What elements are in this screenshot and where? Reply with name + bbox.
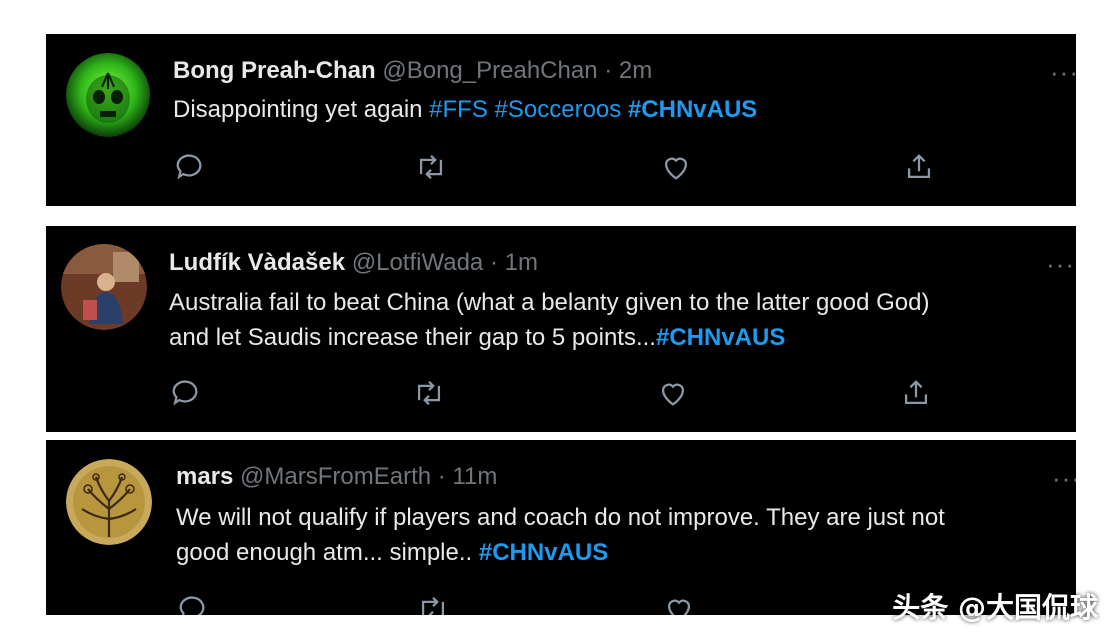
reply-icon: [179, 596, 205, 615]
display-name[interactable]: mars: [176, 463, 233, 490]
tweet-text-line: Australia fail to beat China (what a bel…: [169, 289, 930, 316]
timestamp[interactable]: 1m: [505, 249, 538, 276]
tweet-header: mars @MarsFromEarth · 11m: [176, 462, 497, 492]
display-name[interactable]: Ludfík Vàdašek: [169, 249, 345, 276]
tweet-text-line: and let Saudis increase their gap to 5 p…: [169, 320, 1059, 355]
like-icon: [664, 157, 688, 180]
user-handle[interactable]: @MarsFromEarth: [240, 463, 431, 490]
share-icon: [907, 154, 931, 179]
tweet-text-plain: Disappointing yet again: [173, 96, 430, 123]
tweet-text: Disappointing yet again #FFS #Socceroos …: [173, 92, 757, 127]
tweet-text-plain: good enough atm... simple..: [176, 539, 479, 566]
tweet-text-line: We will not qualify if players and coach…: [176, 504, 945, 531]
separator-dot: ·: [489, 249, 498, 276]
retweet-icon: [417, 380, 441, 406]
retweet-icon: [421, 596, 445, 615]
tweet-text-plain: and let Saudis increase their gap to 5 p…: [169, 324, 656, 351]
like-icon: [661, 383, 685, 406]
retweet-icon: [419, 154, 443, 180]
hashtag-chnvaus[interactable]: #CHNvAUS: [656, 324, 785, 351]
tweet-text-line: good enough atm... simple.. #CHNvAUS: [176, 535, 1066, 570]
timestamp[interactable]: 11m: [452, 463, 497, 490]
tweet-header: Bong Preah-Chan @Bong_PreahChan · 2m: [173, 56, 652, 86]
more-options-button[interactable]: ···: [1050, 59, 1076, 85]
separator-dot: ·: [604, 57, 613, 84]
retweet-button[interactable]: [412, 376, 446, 410]
hashtag-chnvaus[interactable]: #CHNvAUS: [479, 539, 608, 566]
more-options-button[interactable]: ···: [1046, 251, 1075, 277]
user-handle[interactable]: @Bong_PreahChan: [382, 57, 597, 84]
retweet-button[interactable]: [416, 592, 450, 615]
retweet-button[interactable]: [414, 150, 448, 184]
like-button[interactable]: [662, 592, 696, 615]
like-button[interactable]: [659, 150, 693, 184]
hashtag-chnvaus[interactable]: #CHNvAUS: [628, 96, 757, 123]
watermark: 头条 @大国侃球: [892, 591, 1098, 624]
avatar[interactable]: [61, 244, 147, 330]
hashtag-ffs[interactable]: #FFS: [429, 96, 488, 123]
tweet-2[interactable]: Ludfík Vàdašek @LotfiWada · 1m ··· Austr…: [46, 226, 1076, 432]
share-icon: [904, 380, 928, 405]
timestamp[interactable]: 2m: [619, 57, 652, 84]
reply-button[interactable]: [168, 376, 202, 410]
person-photo-avatar-icon: [61, 244, 147, 330]
tweet-text: Australia fail to beat China (what a bel…: [169, 285, 1059, 355]
hashtag-socceroos[interactable]: #Socceroos: [495, 96, 622, 123]
like-icon: [667, 599, 691, 615]
tweet-text: We will not qualify if players and coach…: [176, 500, 1066, 570]
reply-button[interactable]: [172, 150, 206, 184]
more-options-button[interactable]: ···: [1052, 465, 1076, 491]
tweet-1[interactable]: Bong Preah-Chan @Bong_PreahChan · 2m ···…: [46, 34, 1076, 206]
green-skull-avatar-icon: [66, 53, 150, 137]
separator-dot: ·: [437, 463, 446, 490]
avatar[interactable]: [66, 459, 152, 545]
display-name[interactable]: Bong Preah-Chan: [173, 57, 376, 84]
reply-button[interactable]: [175, 592, 209, 615]
tree-of-life-avatar-icon: [66, 459, 152, 545]
user-handle[interactable]: @LotfiWada: [352, 249, 484, 276]
avatar[interactable]: [66, 53, 150, 137]
reply-icon: [172, 380, 198, 406]
share-button[interactable]: [899, 376, 933, 410]
reply-icon: [176, 154, 202, 180]
share-button[interactable]: [902, 150, 936, 184]
tweet-header: Ludfík Vàdašek @LotfiWada · 1m: [169, 248, 538, 278]
like-button[interactable]: [656, 376, 690, 410]
